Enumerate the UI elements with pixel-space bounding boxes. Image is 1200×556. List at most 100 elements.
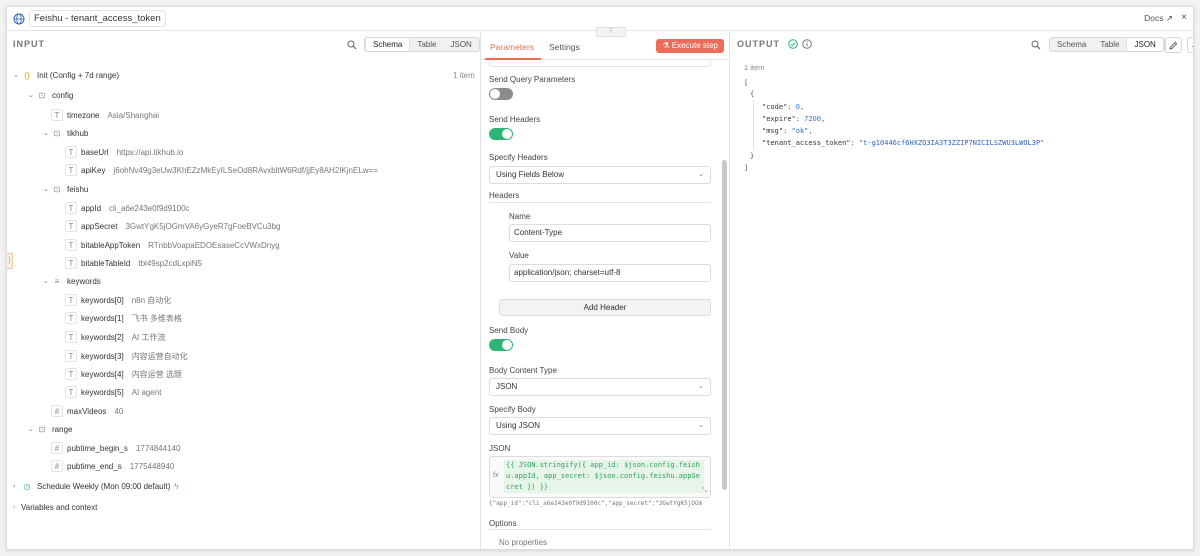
tree-row[interactable]: Ttimezone Asia/Shanghai — [43, 107, 159, 123]
input-view-table[interactable]: Table — [410, 38, 443, 51]
tree-value: 1775448940 — [129, 461, 175, 471]
tree-row[interactable]: # pubtime_begin_s 1774844140 — [43, 440, 180, 456]
pin-icon[interactable] — [1187, 37, 1193, 53]
json-expression-code[interactable]: {{ JSON.stringify({ app_id: $json.config… — [504, 460, 704, 493]
tree-row[interactable]: Tkeywords[3] 内容运营自动化 — [57, 348, 188, 364]
output-view-table[interactable]: Table — [1093, 38, 1126, 51]
tree-key: tikhub — [67, 128, 89, 138]
no-properties-label: No properties — [499, 538, 548, 547]
divider — [489, 202, 711, 203]
info-icon[interactable] — [802, 39, 812, 49]
tree-row[interactable]: TappId cli_a6e243e0f9d9100c — [57, 200, 190, 216]
execute-step-button[interactable]: ⚗ Execute step — [656, 39, 724, 53]
header-name-label: Name — [509, 212, 531, 221]
fx-icon: fx — [493, 472, 499, 479]
tree-key: Variables and context — [21, 502, 98, 512]
send-body-label: Send Body — [489, 326, 529, 335]
json-bracket: } — [750, 152, 755, 160]
tree-row[interactable]: TbaseUrl https://api.tikhub.io — [57, 144, 183, 160]
tree-row[interactable]: TappSecret 3GwtYgK5jOGmVA6yGyeR7gFoeBVCu3… — [57, 218, 281, 234]
tree-key: appSecret — [81, 221, 118, 231]
string-type-icon: T — [65, 257, 77, 269]
body-content-type-select[interactable]: JSON ⌄ — [489, 378, 711, 396]
tree-row[interactable]: Tkeywords[2] AI 工作流 — [57, 329, 165, 345]
tree-row[interactable]: › ◷ Schedule Weekly (Mon 09:00 default) ϟ — [13, 478, 179, 494]
json-value: 7200 — [804, 115, 822, 123]
tree-row[interactable]: ⌄{} Init (Config + 7d range) — [13, 67, 127, 83]
send-body-toggle[interactable] — [489, 339, 513, 351]
specify-body-select[interactable]: Using JSON ⌄ — [489, 417, 711, 435]
object-type-icon: ⊡ — [38, 424, 46, 434]
specify-headers-select[interactable]: Using Fields Below ⌄ — [489, 166, 711, 184]
tree-row[interactable]: Tkeywords[0] n8n 自动化 — [57, 292, 171, 308]
tree-key: keywords[2] — [81, 332, 124, 342]
add-header-button[interactable]: Add Header — [499, 299, 711, 316]
tab-settings[interactable]: Settings — [549, 42, 580, 52]
json-indent-guide — [753, 100, 754, 150]
tree-value: 飞书 多维表格 — [131, 313, 182, 323]
close-icon[interactable]: × — [1181, 12, 1187, 23]
tree-value: n8n 自动化 — [131, 295, 172, 305]
search-icon[interactable] — [346, 39, 358, 51]
previous-field-edge — [489, 62, 711, 67]
json-separator: : — [850, 139, 859, 147]
tab-parameters[interactable]: Parameters — [490, 42, 534, 52]
json-expression-editor[interactable]: fx {{ JSON.stringify({ app_id: $json.con… — [489, 456, 711, 498]
send-query-toggle[interactable] — [489, 88, 513, 100]
tree-row[interactable]: ⌄ ≡ keywords — [43, 273, 109, 289]
input-collapse-tab[interactable]: } — [7, 253, 13, 269]
chevron-right-icon[interactable]: › — [13, 483, 21, 490]
string-type-icon: T — [65, 312, 77, 324]
edit-output-icon[interactable] — [1165, 37, 1182, 53]
chevron-down-icon: ⌄ — [698, 171, 704, 178]
input-label: INPUT — [13, 39, 45, 49]
object-braces-icon: {} — [24, 70, 30, 80]
input-view-schema[interactable]: Schema — [365, 38, 411, 51]
expand-editor-icon[interactable]: ⤡ — [702, 488, 707, 495]
tree-row[interactable]: TbitableAppToken RTnbbVoapaEDOEsaseCcVWxD… — [57, 237, 280, 253]
send-headers-toggle[interactable] — [489, 128, 513, 140]
chevron-down-icon[interactable]: ⌄ — [43, 129, 51, 137]
header-value-input[interactable]: application/json; charset=utf-8 — [509, 264, 711, 282]
specify-body-value: Using JSON — [496, 421, 541, 430]
search-icon[interactable] — [1030, 39, 1042, 51]
tree-row[interactable]: ⌄ ⊡ config — [28, 87, 81, 103]
tree-key: pubtime_begin_s — [67, 443, 128, 453]
parameters-scrollbar[interactable] — [722, 160, 727, 490]
success-check-icon — [788, 39, 798, 49]
json-key: "msg" — [762, 127, 784, 135]
json-bracket: ] — [744, 164, 749, 172]
tree-value: https://api.tikhub.io — [116, 147, 184, 157]
tree-key: config — [52, 90, 74, 100]
output-view-schema[interactable]: Schema — [1050, 38, 1093, 51]
number-type-icon: # — [51, 405, 63, 417]
tree-row[interactable]: TbitableTableId tbl49sp2cdLxpiN5 — [57, 255, 202, 271]
docs-link[interactable]: Docs ↗ — [1144, 13, 1173, 24]
json-line: "code": 0, — [762, 103, 804, 111]
input-view-json[interactable]: JSON — [443, 38, 478, 51]
toggle-knob — [502, 340, 512, 350]
tree-row[interactable]: Tkeywords[5] AI agent — [57, 384, 162, 400]
tree-key: keywords[5] — [81, 387, 124, 397]
chevron-right-icon[interactable]: › — [13, 504, 21, 511]
tree-row[interactable]: Tkeywords[4] 内容运营 选题 — [57, 366, 182, 382]
chevron-down-icon[interactable]: ⌄ — [43, 277, 51, 285]
tree-value: 1774844140 — [135, 443, 181, 453]
chevron-down-icon[interactable]: ⌄ — [28, 425, 36, 433]
node-title[interactable]: Feishu - tenant_access_token — [29, 10, 166, 27]
chevron-down-icon[interactable]: ⌄ — [28, 91, 36, 99]
tree-row[interactable]: Tkeywords[1] 飞书 多维表格 — [57, 310, 182, 326]
tree-value: AI agent — [131, 387, 162, 397]
tree-row[interactable]: ⌄ ⊡ range — [28, 421, 80, 437]
tree-row[interactable]: # maxVideos 40 — [43, 403, 123, 419]
tree-row[interactable]: ⌄ ⊡ tikhub — [43, 125, 96, 141]
chevron-down-icon[interactable]: ⌄ — [43, 185, 51, 193]
tree-row[interactable]: ⌄ ⊡ feishu — [43, 181, 96, 197]
tree-row[interactable]: TapiKey j6ohNv49g3eUw3KhEZzMkEyILSeOd8RAv… — [57, 162, 378, 178]
tree-row[interactable]: › Variables and context — [13, 499, 105, 515]
chevron-down-icon[interactable]: ⌄ — [13, 71, 21, 79]
tree-row[interactable]: # pubtime_end_s 1775448940 — [43, 458, 174, 474]
output-view-json[interactable]: JSON — [1126, 38, 1164, 51]
header-name-input[interactable]: Content-Type — [509, 224, 711, 242]
tree-value: RTnbbVoapaEDOEsaseCcVWxDnyg — [148, 240, 280, 250]
